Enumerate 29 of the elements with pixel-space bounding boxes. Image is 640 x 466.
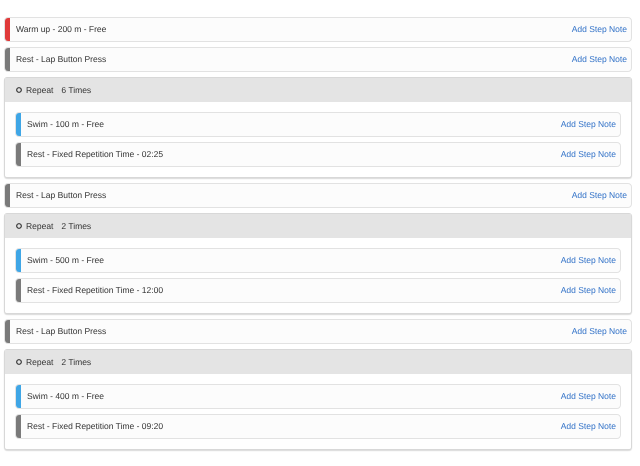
- add-step-note-link[interactable]: Add Step Note: [560, 254, 616, 267]
- add-step-note-link[interactable]: Add Step Note: [560, 390, 616, 403]
- add-step-note-link[interactable]: Add Step Note: [560, 420, 616, 433]
- step-label: Rest - Fixed Repetition Time - 12:00: [27, 284, 164, 297]
- step-label: Rest - Fixed Repetition Time - 02:25: [27, 148, 164, 161]
- step-label: Rest - Lap Button Press: [16, 189, 106, 202]
- step-label: Swim - 400 m - Free: [27, 390, 104, 403]
- add-step-note-link[interactable]: Add Step Note: [560, 148, 616, 161]
- add-step-note-link[interactable]: Add Step Note: [572, 189, 627, 202]
- circle-icon: [16, 87, 22, 93]
- step-label: Rest - Fixed Repetition Time - 09:20: [27, 420, 164, 433]
- step-label: Swim - 500 m - Free: [27, 254, 104, 267]
- step-label: Warm up - 200 m - Free: [16, 23, 106, 36]
- add-step-note-link[interactable]: Add Step Note: [560, 118, 616, 131]
- repeat-label: Repeat: [26, 84, 54, 96]
- circle-icon: [16, 223, 22, 229]
- repeat-count: 6 Times: [61, 84, 92, 96]
- add-step-note-link[interactable]: Add Step Note: [572, 325, 627, 338]
- repeat-count: 2 Times: [61, 356, 92, 368]
- add-step-note-link[interactable]: Add Step Note: [560, 284, 616, 297]
- step-label: Rest - Lap Button Press: [16, 53, 106, 66]
- step-label: Rest - Lap Button Press: [16, 325, 106, 338]
- step-label: Swim - 100 m - Free: [27, 118, 104, 131]
- add-step-note-link[interactable]: Add Step Note: [572, 53, 627, 66]
- circle-icon: [16, 359, 22, 365]
- add-step-note-link[interactable]: Add Step Note: [572, 23, 627, 36]
- repeat-label: Repeat: [26, 220, 54, 232]
- repeat-count: 2 Times: [61, 220, 92, 232]
- repeat-label: Repeat: [26, 356, 54, 368]
